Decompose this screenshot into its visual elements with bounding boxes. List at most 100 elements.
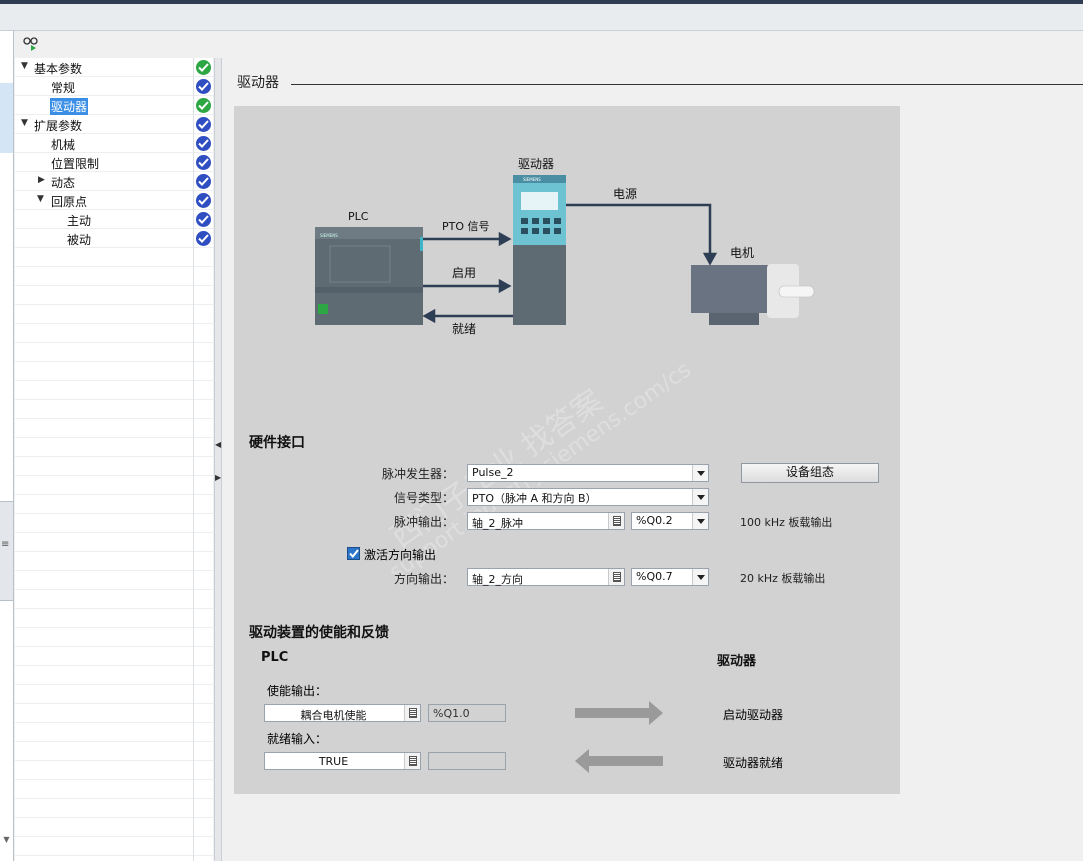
chevron-down-icon[interactable] — [692, 465, 708, 481]
browse-list-icon[interactable] — [404, 705, 420, 721]
tree-item-label: 动态 — [51, 176, 76, 190]
enable-output-address: %Q1.0 — [428, 704, 506, 722]
status-ok-icon — [196, 212, 211, 227]
status-ok-icon — [196, 117, 211, 132]
dock-splitter[interactable] — [0, 501, 13, 601]
plc-label: PLC — [348, 210, 369, 223]
arrow-right-icon — [575, 701, 663, 725]
section-title: 驱动器 — [237, 75, 279, 91]
status-ok-icon — [196, 174, 211, 189]
arrow-left-icon — [575, 749, 663, 773]
expand-arrow-icon[interactable]: ▼ — [37, 194, 44, 204]
direction-output-addr-value: %Q0.7 — [636, 570, 673, 583]
chevron-down-icon[interactable] — [692, 513, 708, 529]
panel-splitter[interactable]: ◀ ▶ — [214, 58, 222, 861]
plc-device: SIEMENS — [315, 227, 423, 325]
status-ok-icon — [196, 60, 211, 75]
tree-item-label: 扩展参数 — [34, 119, 83, 133]
collapse-left-icon[interactable]: ◀ — [215, 440, 221, 449]
pulse-generator-label: 脉冲发生器： — [381, 467, 454, 481]
section-divider — [291, 84, 1083, 85]
direction-output-value: 轴_2_方向 — [472, 573, 523, 586]
ready-label: 就绪 — [452, 322, 476, 336]
power-label: 电源 — [613, 187, 637, 201]
signal-type-value: PTO（脉冲 A 和方向 B） — [472, 492, 597, 505]
plc-brand: SIEMENS — [320, 233, 338, 238]
enable-output-value: 耦合电机使能 — [300, 709, 367, 722]
direction-output-note: 20 kHz 板载输出 — [740, 572, 826, 585]
ready-input-field[interactable]: TRUE — [264, 752, 421, 770]
pulse-generator-select[interactable]: Pulse_2 — [467, 464, 709, 482]
status-ok-icon — [196, 193, 211, 208]
activate-direction-checkbox[interactable] — [347, 547, 360, 560]
status-ok-icon — [196, 155, 211, 170]
tree-item-label: 基本参数 — [34, 62, 83, 76]
tree-item-drive[interactable]: 驱动器 — [15, 96, 213, 115]
browse-list-icon[interactable] — [608, 513, 624, 529]
drive-connection-diagram: SIEMENS SIEMENS PLC 驱动器 电机 电源 PTO 信号 启用 … — [315, 157, 815, 336]
tree-item-active[interactable]: 主动 — [15, 210, 213, 229]
expand-arrow-icon[interactable]: ▼ — [21, 61, 28, 71]
grip-icon[interactable]: ≡ — [1, 539, 9, 550]
expand-arrow-icon[interactable]: ▼ — [21, 118, 28, 128]
tree-item-extended-params[interactable]: ▼ 扩展参数 — [15, 115, 213, 134]
start-drive-label: 启动驱动器 — [723, 708, 784, 722]
drive-label: 驱动器 — [518, 157, 554, 171]
drive-brand: SIEMENS — [523, 177, 541, 182]
dock-highlight — [0, 83, 13, 153]
pulse-output-note: 100 kHz 板载输出 — [740, 516, 833, 529]
ready-input-address — [428, 752, 506, 770]
pulse-output-value: 轴_2_脉冲 — [472, 517, 523, 530]
status-ok-icon — [196, 231, 211, 246]
direction-output-address[interactable]: %Q0.7 — [631, 568, 709, 586]
chevron-down-icon[interactable] — [692, 569, 708, 585]
tree-item-label: 主动 — [67, 214, 92, 228]
collapse-arrow-icon[interactable]: ▶ — [38, 175, 45, 185]
drive-device: SIEMENS — [513, 175, 566, 325]
direction-output-label: 方向输出： — [393, 572, 454, 586]
tree-item-position-limits[interactable]: 位置限制 — [15, 153, 213, 172]
parameter-tree: ▼ 基本参数 常规 驱动器 ▼ 扩展参数 机械 位置限制 ▶ 动态 ▼ 回原点 … — [15, 58, 213, 861]
drive-column-heading: 驱动器 — [717, 654, 757, 669]
tree-item-label: 常规 — [51, 81, 76, 95]
browse-list-icon[interactable] — [404, 753, 420, 769]
tree-item-label: 被动 — [67, 233, 92, 247]
device-config-button[interactable]: 设备组态 — [741, 463, 879, 483]
motor-label: 电机 — [730, 246, 754, 260]
tree-item-label: 机械 — [51, 138, 76, 152]
hardware-interface-heading: 硬件接口 — [249, 435, 305, 451]
tree-item-label: 回原点 — [51, 195, 88, 209]
pulse-generator-value: Pulse_2 — [472, 466, 514, 479]
scroll-down-icon[interactable]: ▼ — [0, 835, 13, 849]
enable-output-label: 使能输出： — [267, 684, 328, 698]
status-ok-icon — [196, 136, 211, 151]
pto-signal-label: PTO 信号 — [442, 220, 490, 233]
activate-direction-label: 激活方向输出 — [364, 548, 437, 562]
enable-output-addr-value: %Q1.0 — [433, 707, 470, 720]
left-dock-strip: ≡ ▼ — [0, 31, 14, 861]
pulse-output-label: 脉冲输出： — [393, 515, 454, 529]
expand-right-icon[interactable]: ▶ — [215, 473, 221, 482]
motor-device — [691, 264, 815, 325]
pulse-output-field[interactable]: 轴_2_脉冲 — [467, 512, 625, 530]
tree-item-basic-params[interactable]: ▼ 基本参数 — [15, 58, 213, 77]
status-ok-icon — [196, 98, 211, 113]
enable-feedback-heading: 驱动装置的使能和反馈 — [249, 625, 389, 641]
toolbar-strip — [0, 4, 1083, 31]
signal-type-select[interactable]: PTO（脉冲 A 和方向 B） — [467, 488, 709, 506]
direction-output-field[interactable]: 轴_2_方向 — [467, 568, 625, 586]
glasses-icon[interactable] — [22, 36, 40, 52]
tree-item-label: 驱动器 — [50, 98, 89, 115]
tree-item-homing[interactable]: ▼ 回原点 — [15, 191, 213, 210]
plc-column-heading: PLC — [261, 650, 289, 665]
tree-item-passive[interactable]: 被动 — [15, 229, 213, 248]
tree-item-dynamics[interactable]: ▶ 动态 — [15, 172, 213, 191]
ready-input-value: TRUE — [318, 755, 349, 768]
chevron-down-icon[interactable] — [692, 489, 708, 505]
tree-item-mechanics[interactable]: 机械 — [15, 134, 213, 153]
browse-list-icon[interactable] — [608, 569, 624, 585]
pulse-output-address[interactable]: %Q0.2 — [631, 512, 709, 530]
ready-input-label: 就绪输入： — [267, 732, 328, 746]
tree-item-general[interactable]: 常规 — [15, 77, 213, 96]
enable-output-field[interactable]: 耦合电机使能 — [264, 704, 421, 722]
